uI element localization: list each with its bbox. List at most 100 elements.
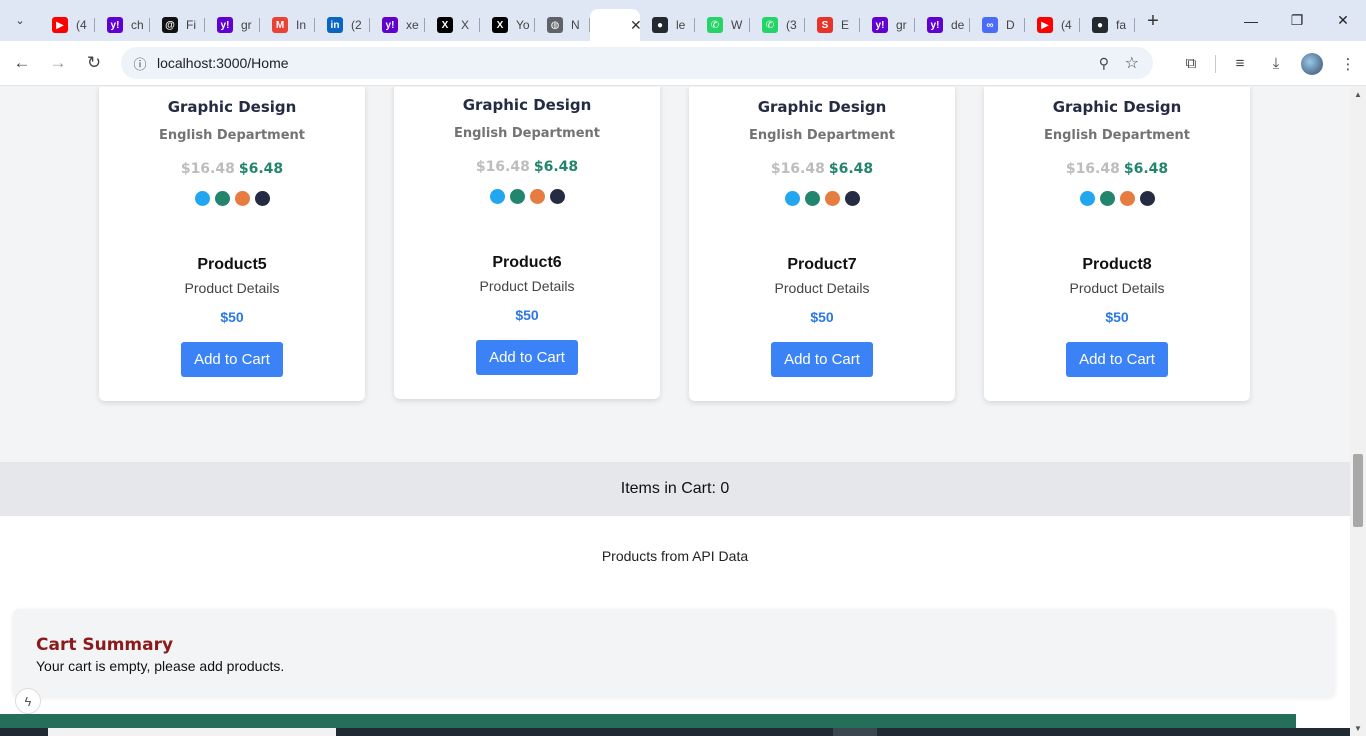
color-swatch[interactable] xyxy=(1079,191,1095,206)
menu-icon[interactable]: ⋮ xyxy=(1330,46,1366,82)
color-swatches xyxy=(689,191,955,206)
browser-tab[interactable]: ✆ W xyxy=(695,9,750,41)
product-card: Graphic Design English Department $16.48 $6… xyxy=(394,87,660,399)
site-info-icon[interactable]: ⓘ xyxy=(125,54,155,73)
yahoo-icon: y! xyxy=(927,17,943,33)
browser-tab[interactable]: SE xyxy=(805,9,860,41)
tab-title: gr xyxy=(896,18,907,32)
department-label: English Department xyxy=(1043,128,1190,143)
product-card: Graphic Design English Department $16.48 $6… xyxy=(99,87,365,401)
browser-tab[interactable]: ▶ (4 xyxy=(1025,9,1080,41)
add-to-cart-button[interactable]: Add to Cart xyxy=(771,342,873,377)
back-icon[interactable]: ← xyxy=(4,45,40,81)
new-tab-button[interactable]: + xyxy=(1139,8,1167,36)
product-name: Product8 xyxy=(1082,256,1152,273)
cart-count: Items in Cart: 0 xyxy=(620,480,730,497)
browser-tab[interactable]: C✕ xyxy=(590,9,642,41)
window-controls: — ❐ ✕ xyxy=(1228,0,1366,41)
browser-tab[interactable]: y! de xyxy=(915,9,970,41)
zoom-icon[interactable]: ⚲ xyxy=(1099,55,1109,72)
scroll-down-icon[interactable]: ▼ xyxy=(1353,724,1363,733)
bookmark-star-icon[interactable]: ☆ xyxy=(1125,53,1139,73)
browser-tab[interactable]: M In xyxy=(260,9,315,41)
linkedin-icon: in xyxy=(327,17,343,33)
color-swatch[interactable] xyxy=(824,191,840,206)
color-swatch[interactable] xyxy=(529,189,545,204)
cart-summary: Cart Summary Your cart is empty, please … xyxy=(13,609,1335,697)
color-swatches xyxy=(394,189,660,204)
tab-title: D xyxy=(1006,18,1015,32)
close-window-icon[interactable]: ✕ xyxy=(1320,0,1366,41)
scrollbar-thumb[interactable] xyxy=(1353,454,1363,527)
browser-tab[interactable]: in (2 xyxy=(315,9,370,41)
download-icon[interactable]: ⤓ xyxy=(1258,46,1294,82)
address-bar[interactable]: ⓘ localhost:3000/Home ⚲ ☆ xyxy=(121,47,1153,79)
scroll-up-icon[interactable]: ▲ xyxy=(1353,90,1363,99)
browser-tab[interactable]: ● le xyxy=(640,9,695,41)
tab-title: (4 xyxy=(1061,18,1072,32)
forward-icon[interactable]: → xyxy=(40,45,76,81)
browser-tab[interactable]: y! gr xyxy=(860,9,915,41)
course-title: Graphic Design xyxy=(1052,98,1182,116)
add-to-cart-button[interactable]: Add to Cart xyxy=(181,342,283,377)
department-label: English Department xyxy=(748,128,895,143)
browser-tab[interactable]: X Yo xyxy=(480,9,535,41)
tab-title: N xyxy=(571,18,580,32)
add-to-cart-button[interactable]: Add to Cart xyxy=(476,340,578,375)
sale-price: $6.48 xyxy=(533,159,579,175)
browser-tab[interactable]: ◍ N xyxy=(535,9,590,41)
tab-title: (4 xyxy=(76,18,87,32)
product-price: $50 xyxy=(220,309,244,325)
minimize-icon[interactable]: — xyxy=(1228,0,1274,41)
color-swatch[interactable] xyxy=(1119,191,1135,206)
color-swatch[interactable] xyxy=(1139,191,1155,206)
color-swatch[interactable] xyxy=(489,189,505,204)
color-swatch[interactable] xyxy=(234,191,250,206)
restore-icon[interactable]: ❐ xyxy=(1274,0,1320,41)
tab-search-button[interactable]: ⌄ xyxy=(8,9,32,33)
add-to-cart-button[interactable]: Add to Cart xyxy=(1066,342,1168,377)
browser-tab[interactable]: y! xe xyxy=(370,9,425,41)
color-swatch[interactable] xyxy=(214,191,230,206)
tab-title: X xyxy=(461,18,470,32)
product-details: Product Details xyxy=(774,280,870,296)
sale-price: $6.48 xyxy=(828,161,874,177)
toolbar-actions: ⧉ ≡ ⤓ ⋮ xyxy=(1173,41,1366,86)
api-heading: Products from API Data xyxy=(601,548,749,564)
price-row: $16.48 $6.48 xyxy=(394,159,660,175)
bolt-icon[interactable]: ϟ xyxy=(15,688,41,714)
browser-tab[interactable]: y! gr xyxy=(205,9,260,41)
color-swatch[interactable] xyxy=(1099,191,1115,206)
browser-tab[interactable]: y! ch xyxy=(95,9,150,41)
color-swatch[interactable] xyxy=(509,189,525,204)
address-url[interactable]: localhost:3000/Home xyxy=(157,55,289,71)
browser-tab[interactable]: ✆ (3 xyxy=(750,9,805,41)
color-swatch[interactable] xyxy=(194,191,210,206)
color-swatch[interactable] xyxy=(784,191,800,206)
product-price: $50 xyxy=(515,307,539,323)
extensions-icon[interactable]: ⧉ xyxy=(1173,46,1209,82)
browser-tab[interactable]: XX xyxy=(425,9,480,41)
x-icon: X xyxy=(492,17,508,33)
page-scrollbar[interactable]: ▲ ▼ xyxy=(1350,87,1366,736)
color-swatch[interactable] xyxy=(804,191,820,206)
color-swatch[interactable] xyxy=(844,191,860,206)
reload-icon[interactable]: ↻ xyxy=(76,45,112,81)
tab-title: In xyxy=(296,18,307,32)
department-label: English Department xyxy=(158,128,305,143)
media-controls-icon[interactable]: ≡ xyxy=(1222,46,1258,82)
color-swatch[interactable] xyxy=(254,191,270,206)
yahoo-icon: y! xyxy=(872,17,888,33)
browser-tab[interactable]: ∞ D xyxy=(970,9,1025,41)
browser-tab[interactable]: ● fa xyxy=(1080,9,1135,41)
profile-avatar[interactable] xyxy=(1294,46,1330,82)
product-price: $50 xyxy=(810,309,834,325)
tab-title: gr xyxy=(241,18,252,32)
browser-tab[interactable]: ▶ (4 xyxy=(40,9,95,41)
taskbar-item[interactable] xyxy=(833,728,877,736)
color-swatch[interactable] xyxy=(549,189,565,204)
tab-strip: ⌄ ▶(4y!ch@Fiy!grMInin(2y!xeXXXYo◍NC✕●le✆… xyxy=(0,0,1366,41)
sale-price: $6.48 xyxy=(238,161,284,177)
github-icon: ● xyxy=(652,17,668,33)
browser-tab[interactable]: @ Fi xyxy=(150,9,205,41)
